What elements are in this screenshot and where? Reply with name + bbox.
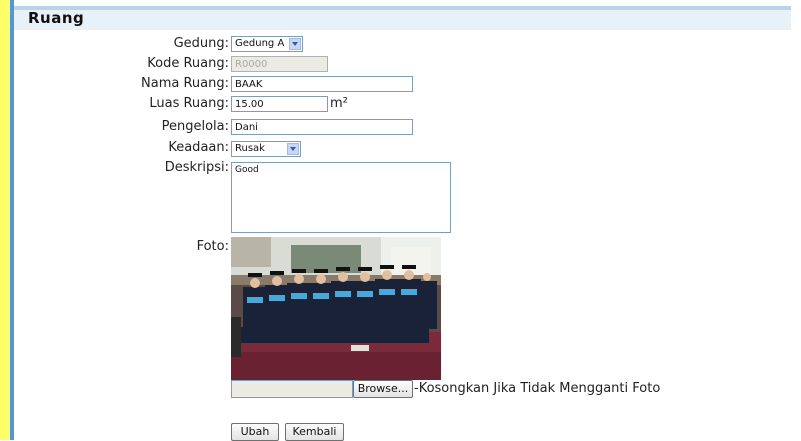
gedung-select[interactable]: Gedung A — [231, 36, 303, 52]
page-title: Ruang — [28, 9, 85, 27]
room-photo — [231, 237, 441, 380]
kode-ruang-field: R0000 — [231, 56, 328, 72]
pengelola-field[interactable]: Dani — [231, 119, 413, 135]
nama-ruang-label: Nama Ruang: — [141, 76, 229, 91]
foto-label: Foto: — [196, 239, 229, 254]
deskripsi-label: Deskripsi: — [164, 160, 229, 175]
chevron-down-icon — [287, 143, 299, 155]
kode-ruang-label: Kode Ruang: — [147, 56, 229, 71]
page-header — [14, 10, 791, 30]
browse-button[interactable]: Browse... — [353, 380, 413, 398]
ubah-button[interactable]: Ubah — [231, 423, 279, 441]
left-blue-stripe — [10, 0, 14, 440]
keadaan-select-value: Rusak — [235, 143, 265, 154]
foto-hint: -Kosongkan Jika Tidak Mengganti Foto — [414, 381, 661, 396]
nama-ruang-field[interactable]: BAAK — [231, 76, 413, 92]
chevron-down-icon — [289, 38, 301, 50]
pengelola-label: Pengelola: — [161, 119, 229, 134]
kembali-button[interactable]: Kembali — [285, 423, 344, 441]
gedung-label: Gedung: — [173, 36, 229, 51]
left-yellow-stripe — [0, 0, 10, 440]
luas-ruang-label: Luas Ruang: — [149, 96, 229, 111]
foto-file-input[interactable] — [231, 380, 353, 398]
graduation-photo-image — [231, 237, 441, 380]
keadaan-label: Keadaan: — [168, 140, 229, 155]
deskripsi-textarea[interactable]: Good — [231, 162, 451, 233]
luas-unit: m² — [330, 96, 348, 111]
keadaan-select[interactable]: Rusak — [231, 141, 301, 157]
luas-ruang-field[interactable]: 15.00 — [231, 96, 328, 112]
gedung-select-value: Gedung A — [235, 38, 285, 49]
